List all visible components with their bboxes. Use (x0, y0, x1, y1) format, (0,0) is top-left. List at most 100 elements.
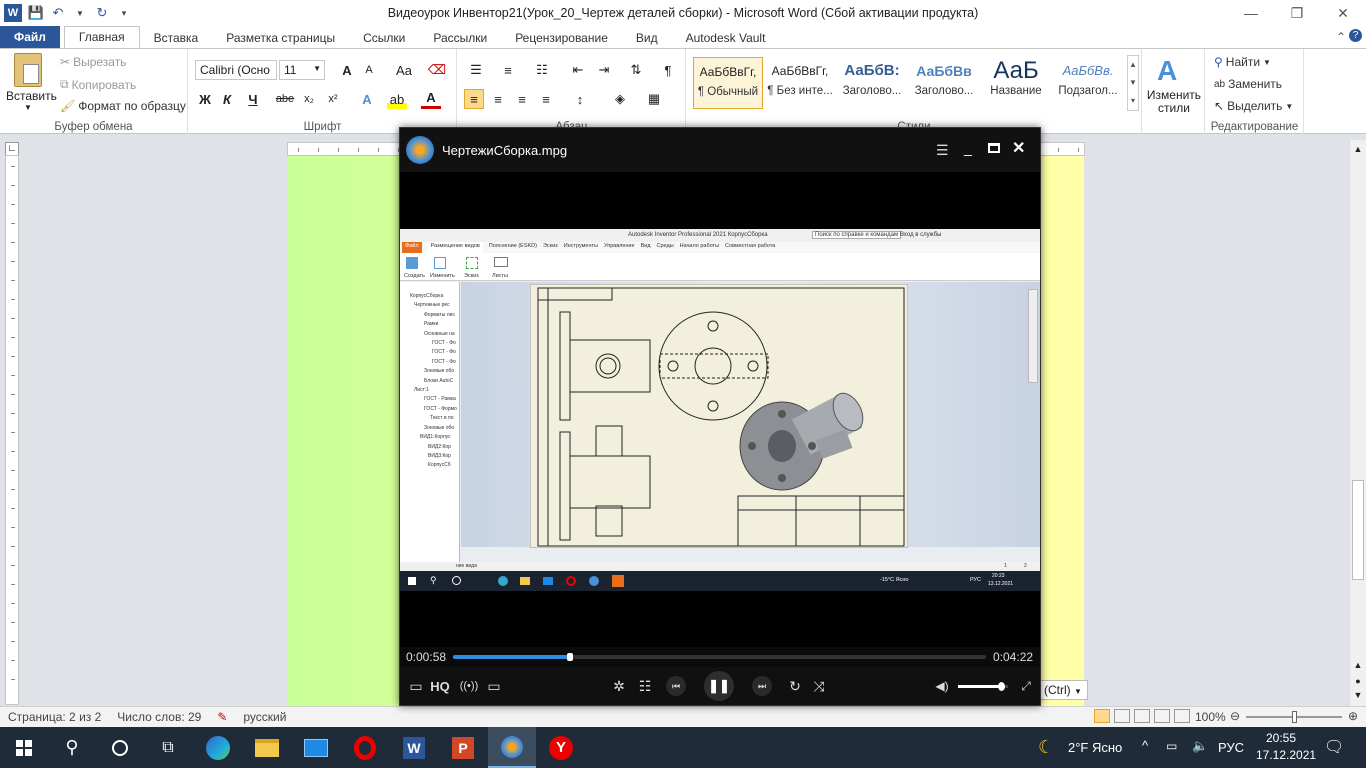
proofing-icon[interactable]: ✎ (209, 710, 235, 724)
tab-selector[interactable]: ∟ (5, 142, 19, 156)
open-file-icon[interactable]: ▭ (406, 667, 426, 705)
copy-button[interactable]: ⧉ Копировать (60, 77, 136, 92)
volume-icon[interactable]: ◀) (932, 667, 952, 705)
font-size-combo[interactable]: 11 ▼ (279, 60, 325, 80)
word-count[interactable]: Число слов: 29 (109, 710, 209, 724)
file-explorer-icon[interactable] (243, 727, 291, 768)
next-page-icon[interactable]: ▼ (1352, 690, 1364, 700)
styles-scroll[interactable]: ▲ ▼ ▾ (1127, 55, 1139, 111)
player-maximize-button[interactable] (988, 143, 1000, 153)
tab-view[interactable]: Вид (622, 28, 672, 48)
fullscreen-icon[interactable]: ⤢ (1016, 667, 1036, 705)
help-icon[interactable]: ? (1349, 29, 1362, 42)
shuffle-icon[interactable]: ⤨ (808, 667, 830, 705)
align-left-icon[interactable]: ≡ (464, 89, 484, 109)
edge-icon[interactable] (194, 727, 242, 768)
numbering-icon[interactable]: ≡ (498, 60, 518, 80)
broadcast-icon[interactable]: ((•)) (458, 667, 480, 705)
media-player-icon[interactable] (488, 727, 536, 768)
mail-icon[interactable] (292, 727, 340, 768)
underline-button[interactable]: Ч (243, 89, 263, 109)
yandex-icon[interactable]: Y (537, 727, 585, 768)
player-minimize-button[interactable]: _ (964, 140, 972, 156)
outline-icon[interactable] (1154, 709, 1170, 723)
page-count[interactable]: Страница: 2 из 2 (0, 710, 109, 724)
zoom-slider[interactable] (1246, 711, 1342, 723)
cortana-icon[interactable] (96, 727, 144, 768)
language-indicator[interactable]: русский (235, 710, 294, 724)
font-name-combo[interactable]: Calibri (Осно (195, 60, 277, 80)
superscript-button[interactable]: x² (323, 89, 343, 109)
dropdown-icon[interactable]: ▼ (72, 5, 88, 21)
customize-qat-icon[interactable]: ▾ (116, 5, 132, 21)
start-button[interactable] (0, 727, 48, 768)
zoom-in-icon[interactable]: ⊕ (1348, 709, 1358, 723)
borders-icon[interactable]: ▦ (644, 89, 664, 109)
pause-button[interactable]: ❚❚ (702, 667, 736, 705)
weather-text[interactable]: 2°F Ясно (1068, 740, 1122, 755)
hq-button[interactable]: HQ (428, 667, 452, 705)
tab-file[interactable]: Файл (0, 26, 60, 48)
change-styles-button[interactable]: A Изменить стили (1143, 49, 1205, 134)
shading-icon[interactable]: ◈ (610, 89, 630, 109)
cut-button[interactable]: ✂ Вырезать (60, 55, 126, 69)
bullets-icon[interactable]: ☰ (466, 60, 486, 80)
speaker-icon[interactable]: 🔈 (1192, 738, 1208, 754)
powerpoint-icon[interactable]: P (439, 727, 487, 768)
align-right-icon[interactable]: ≡ (512, 89, 532, 109)
opera-icon[interactable] (341, 727, 389, 768)
pilcrow-icon[interactable]: ¶ (658, 60, 678, 80)
highlight-button[interactable]: ab (387, 89, 407, 109)
style-heading-1[interactable]: АаБбВ: Заголово... (837, 57, 907, 109)
change-case-button[interactable]: Aa (391, 60, 417, 80)
line-spacing-icon[interactable]: ↕ (570, 89, 590, 109)
tab-mailings[interactable]: Рассылки (419, 28, 501, 48)
minimize-button[interactable]: — (1228, 0, 1274, 26)
zoom-out-icon[interactable]: ⊖ (1230, 709, 1240, 723)
print-layout-icon[interactable] (1094, 709, 1110, 723)
paste-options-button[interactable]: (Ctrl) ▼ (1040, 680, 1088, 700)
clock-time[interactable]: 20:55 (1266, 731, 1296, 745)
settings-icon[interactable]: ✲ (608, 667, 630, 705)
align-center-icon[interactable]: ≡ (488, 89, 508, 109)
seek-slider[interactable] (453, 653, 986, 661)
tab-insert[interactable]: Вставка (140, 28, 213, 48)
redo-icon[interactable]: ↻ (94, 5, 110, 21)
previous-button[interactable]: ⏮ (664, 667, 688, 705)
close-button[interactable]: ✕ (1320, 0, 1366, 26)
playlist-icon[interactable]: ☰ (936, 142, 949, 159)
grow-font-button[interactable]: A (337, 60, 357, 80)
video-frame[interactable]: Autodesk Inventor Professional 2021 Корп… (400, 229, 1040, 591)
font-color-button[interactable]: A (421, 89, 441, 109)
text-effects-button[interactable]: A (357, 89, 377, 109)
tab-home[interactable]: Главная (63, 26, 140, 48)
style-title[interactable]: АаБ Название (981, 57, 1051, 109)
style-subtitle[interactable]: АаБбВв. Подзагол... (1053, 57, 1123, 109)
clear-formatting-button[interactable]: ⌫ (427, 60, 447, 80)
style-normal[interactable]: АаБбВвГг, ¶ Обычный (693, 57, 763, 109)
media-player-window[interactable]: ЧертежиСборка.mpg ☰ _ ✕ Autodesk Invento… (399, 127, 1041, 706)
replace-button[interactable]: ab Заменить (1214, 77, 1282, 91)
browse-object-icon[interactable]: ● (1352, 676, 1364, 686)
bold-button[interactable]: Ж (195, 89, 215, 109)
notifications-icon[interactable]: 🗨 (1324, 737, 1344, 757)
subtitles-icon[interactable]: ▭ (484, 667, 504, 705)
player-close-button[interactable]: ✕ (1012, 138, 1025, 158)
strikethrough-button[interactable]: abe (275, 89, 295, 109)
full-screen-icon[interactable] (1114, 709, 1130, 723)
volume-handle[interactable] (997, 682, 1005, 691)
shrink-font-button[interactable]: A (359, 60, 379, 80)
vertical-ruler[interactable] (5, 155, 19, 705)
paste-button[interactable]: Вставить ▼ (6, 53, 57, 112)
word-taskbar-icon[interactable]: W (390, 727, 438, 768)
tab-review[interactable]: Рецензирование (501, 28, 622, 48)
zoom-level[interactable]: 100% (1195, 710, 1226, 724)
task-view-icon[interactable]: ⧉ (144, 727, 192, 768)
style-heading-2[interactable]: АаБбВв Заголово... (909, 57, 979, 109)
multilevel-list-icon[interactable]: ☷ (532, 60, 552, 80)
italic-button[interactable]: К (217, 89, 237, 109)
maximize-button[interactable]: ❐ (1274, 0, 1320, 26)
style-no-spacing[interactable]: АаБбВвГг, ¶ Без инте... (765, 57, 835, 109)
seek-handle[interactable] (567, 653, 574, 661)
tab-references[interactable]: Ссылки (349, 28, 419, 48)
